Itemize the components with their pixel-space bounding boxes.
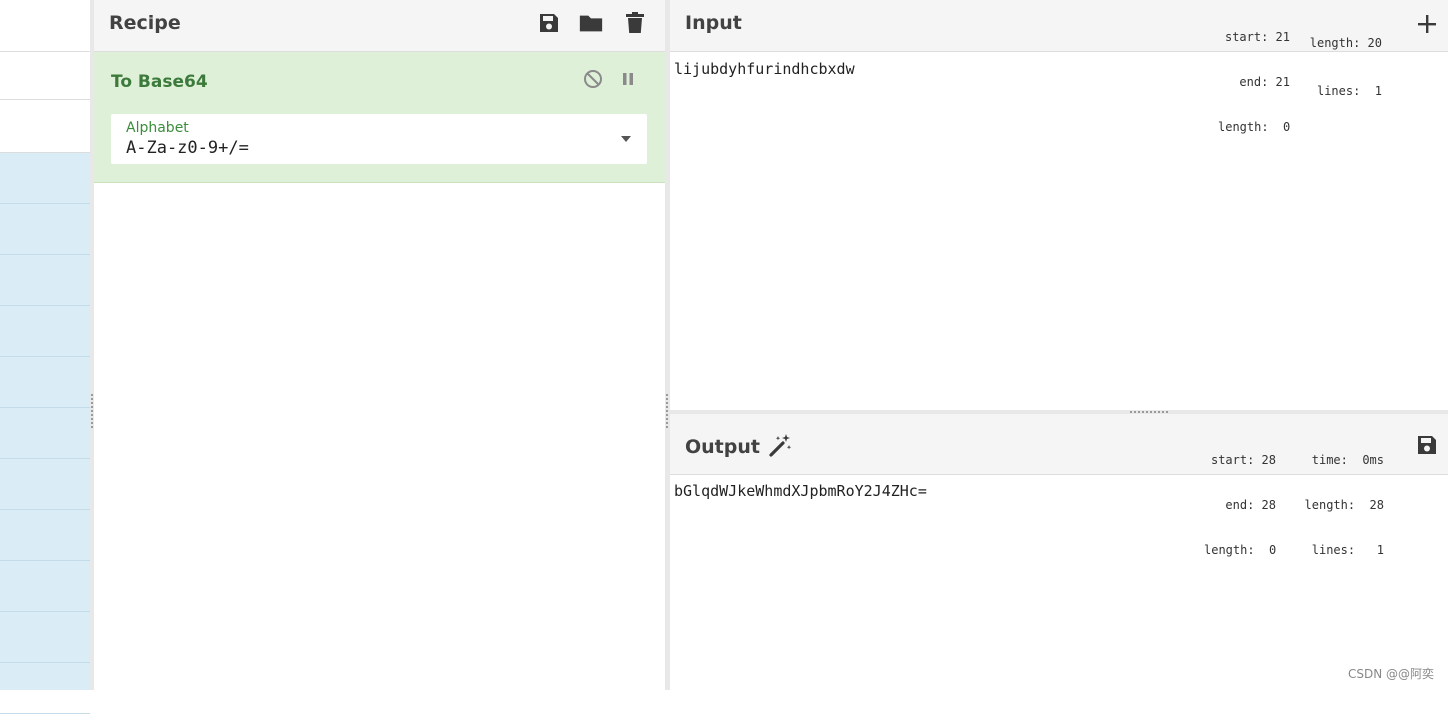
input-start: start: 21 xyxy=(1218,30,1290,45)
input-selection-length: length: 0 xyxy=(1218,120,1290,135)
sidebar-header xyxy=(0,0,90,52)
plus-icon xyxy=(1417,14,1437,34)
load-recipe-button[interactable] xyxy=(578,10,604,36)
input-text-stats: length: 20 lines: 1 xyxy=(1306,6,1382,129)
output-textarea[interactable]: bGlqdWJkeWhmdXJpbmRoY2J4ZHc= xyxy=(674,482,927,500)
list-item[interactable] xyxy=(0,510,90,561)
list-item[interactable] xyxy=(0,153,90,204)
clear-recipe-button[interactable] xyxy=(622,10,648,36)
gutter-grip xyxy=(666,394,668,430)
input-title: Input xyxy=(685,12,742,34)
output-header: Output start: 28 end: 28 length: 0 time:… xyxy=(670,414,1448,475)
save-recipe-button[interactable] xyxy=(536,10,562,36)
list-item[interactable] xyxy=(0,306,90,357)
gutter-grip xyxy=(91,394,93,430)
alphabet-select[interactable]: Alphabet A-Za-z0-9+/= xyxy=(111,114,647,164)
list-item[interactable] xyxy=(0,663,90,714)
watermark: CSDN @@阿奕 xyxy=(1348,665,1434,682)
save-icon xyxy=(537,11,561,35)
disable-operation-button[interactable] xyxy=(582,68,604,90)
output-start: start: 28 xyxy=(1204,453,1276,468)
input-length: length: 20 xyxy=(1306,36,1382,51)
gutter-grip xyxy=(1130,411,1168,413)
output-selection-length: length: 0 xyxy=(1204,543,1276,558)
output-selection-stats: start: 28 end: 28 length: 0 xyxy=(1204,423,1276,588)
input-pane: Input start: 21 end: 21 length: 0 length… xyxy=(670,0,1448,410)
list-item[interactable] xyxy=(0,561,90,612)
operation-to-base64[interactable]: To Base64 Alphabet A-Za-z0-9+/= xyxy=(94,52,665,183)
magic-wand-icon xyxy=(768,432,794,458)
recipe-pane: Recipe To Base64 xyxy=(94,0,665,690)
trash-icon xyxy=(624,11,646,35)
input-header: Input start: 21 end: 21 length: 0 length… xyxy=(670,0,1448,52)
output-title: Output xyxy=(685,436,760,458)
output-pane: Output start: 28 end: 28 length: 0 time:… xyxy=(670,414,1448,690)
input-selection-stats: start: 21 end: 21 length: 0 xyxy=(1218,0,1290,165)
add-input-tab-button[interactable] xyxy=(1414,11,1440,37)
save-output-button[interactable] xyxy=(1414,432,1440,458)
save-icon xyxy=(1415,433,1439,457)
pause-icon xyxy=(620,71,636,87)
output-length: length: 28 xyxy=(1292,498,1384,513)
list-item[interactable] xyxy=(0,204,90,255)
list-item[interactable] xyxy=(0,459,90,510)
input-end: end: 21 xyxy=(1218,75,1290,90)
sidebar-search-row[interactable] xyxy=(0,52,90,100)
magic-button[interactable] xyxy=(768,432,794,458)
input-lines: lines: 1 xyxy=(1306,84,1382,99)
input-textarea[interactable]: lijubdyhfurindhcbxdw xyxy=(674,60,855,78)
output-end: end: 28 xyxy=(1204,498,1276,513)
breakpoint-button[interactable] xyxy=(617,68,639,90)
list-item[interactable] xyxy=(0,357,90,408)
output-text-stats: time: 0ms length: 28 lines: 1 xyxy=(1292,423,1384,588)
alphabet-label: Alphabet xyxy=(126,120,189,136)
sidebar-favourites-row[interactable] xyxy=(0,100,90,153)
output-time: time: 0ms xyxy=(1292,453,1384,468)
alphabet-value: A-Za-z0-9+/= xyxy=(126,138,249,158)
operations-list xyxy=(0,153,90,690)
output-lines: lines: 1 xyxy=(1292,543,1384,558)
list-item[interactable] xyxy=(0,255,90,306)
chevron-down-icon[interactable] xyxy=(621,136,631,142)
recipe-title: Recipe xyxy=(109,12,181,34)
list-item[interactable] xyxy=(0,612,90,663)
disable-icon xyxy=(583,69,603,89)
folder-icon xyxy=(578,11,604,35)
recipe-header: Recipe xyxy=(94,0,665,52)
operations-sidebar xyxy=(0,0,90,690)
operation-name: To Base64 xyxy=(111,72,208,92)
list-item[interactable] xyxy=(0,408,90,459)
